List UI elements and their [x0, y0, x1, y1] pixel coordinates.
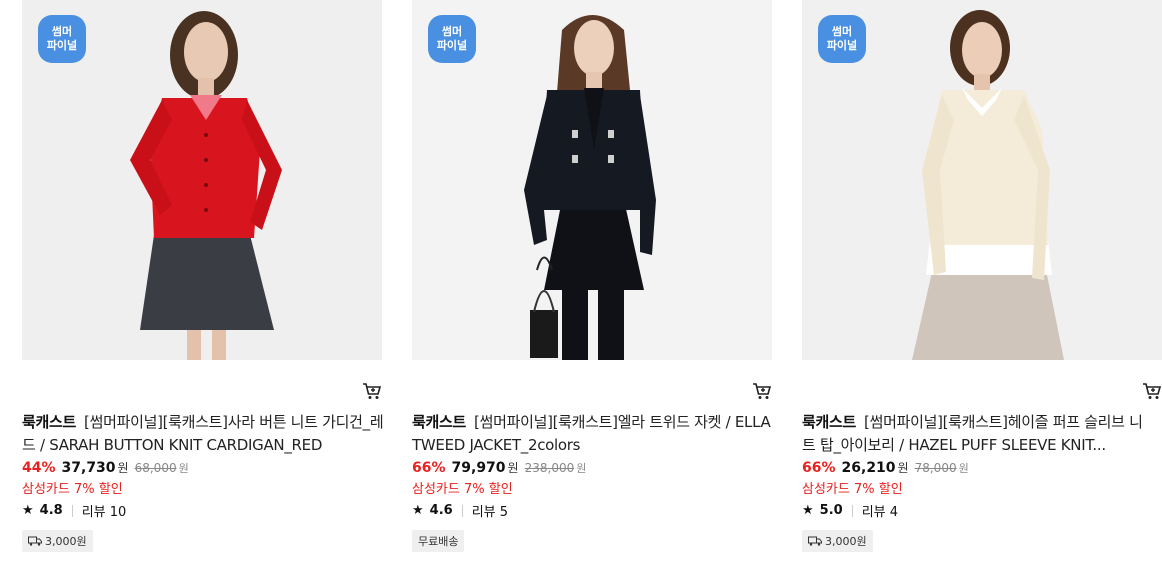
- card-promo: 삼성카드 7% 할인: [802, 482, 903, 497]
- truck-icon: [28, 536, 42, 546]
- product-title[interactable]: 룩캐스트 [썸머파이널][룩캐스트]헤이즐 퍼프 슬리브 니트 탑_아이보리 / …: [802, 411, 1154, 457]
- badge-line: 파이널: [436, 39, 468, 52]
- original-price: 78,000: [914, 461, 957, 475]
- card-promo: 삼성카드 7% 할인: [412, 482, 513, 497]
- original-price-unit: 원: [958, 462, 969, 475]
- free-shipping-label: 무료배송: [418, 535, 459, 548]
- sale-price: 37,730: [61, 460, 116, 476]
- cart-icon[interactable]: [362, 382, 382, 400]
- shipping-badge: 무료배송: [412, 530, 465, 552]
- card-promo: 삼성카드 7% 할인: [22, 482, 123, 497]
- divider: [461, 504, 463, 517]
- cart-icon[interactable]: [752, 382, 772, 400]
- shipping-badge: 3,000원: [22, 530, 93, 552]
- sale-price-unit: 원: [507, 461, 519, 475]
- summer-final-badge: 썸머 파이널: [38, 15, 86, 63]
- star-icon: ★: [22, 503, 34, 518]
- shipping-badge: 3,000원: [802, 530, 873, 552]
- original-price: 68,000: [134, 461, 177, 475]
- shipping-fee: 3,000원: [825, 535, 867, 548]
- product-image[interactable]: 썸머 파이널: [22, 0, 382, 360]
- sale-price: 79,970: [451, 460, 506, 476]
- badge-line: 썸머: [831, 25, 853, 38]
- rating-score: 4.8: [39, 503, 63, 518]
- brand-name[interactable]: 룩캐스트: [802, 413, 856, 431]
- discount-rate: 44%: [22, 460, 56, 476]
- divider: [851, 504, 853, 517]
- product-name[interactable]: [썸머파이널][룩캐스트]사라 버튼 니트 가디건_레드 / SARAH BUT…: [22, 413, 384, 454]
- badge-line: 파이널: [826, 39, 858, 52]
- summer-final-badge: 썸머 파이널: [428, 15, 476, 63]
- sale-price-unit: 원: [897, 461, 909, 475]
- price-row: 44% 37,730 원 68,000 원: [22, 459, 189, 476]
- review-count[interactable]: 리뷰 4: [862, 501, 898, 520]
- truck-icon: [808, 536, 822, 546]
- badge-line: 썸머: [51, 25, 73, 38]
- rating-row: ★ 4.6 리뷰 5: [412, 501, 508, 520]
- product-image[interactable]: 썸머 파이널: [802, 0, 1162, 360]
- sale-price-unit: 원: [117, 461, 129, 475]
- badge-line: 썸머: [441, 25, 463, 38]
- product-image[interactable]: 썸머 파이널: [412, 0, 772, 360]
- divider: [71, 504, 73, 517]
- summer-final-badge: 썸머 파이널: [818, 15, 866, 63]
- star-icon: ★: [412, 503, 424, 518]
- rating-row: ★ 5.0 리뷰 4: [802, 501, 898, 520]
- shipping-fee: 3,000원: [45, 535, 87, 548]
- rating-score: 5.0: [819, 503, 843, 518]
- brand-name[interactable]: 룩캐스트: [412, 413, 466, 431]
- badge-line: 파이널: [46, 39, 78, 52]
- price-row: 66% 26,210 원 78,000 원: [802, 459, 969, 476]
- review-count[interactable]: 리뷰 5: [472, 501, 508, 520]
- product-title[interactable]: 룩캐스트 [썸머파이널][룩캐스트]엘라 트위드 자켓 / ELLA TWEED …: [412, 411, 777, 457]
- price-row: 66% 79,970 원 238,000 원: [412, 459, 586, 476]
- sale-price: 26,210: [841, 460, 896, 476]
- rating-score: 4.6: [429, 503, 453, 518]
- star-icon: ★: [802, 503, 814, 518]
- brand-name[interactable]: 룩캐스트: [22, 413, 76, 431]
- rating-row: ★ 4.8 리뷰 10: [22, 501, 126, 520]
- review-count[interactable]: 리뷰 10: [82, 501, 127, 520]
- original-price: 238,000: [524, 461, 575, 475]
- cart-icon[interactable]: [1142, 382, 1162, 400]
- discount-rate: 66%: [412, 460, 446, 476]
- discount-rate: 66%: [802, 460, 836, 476]
- original-price-unit: 원: [576, 462, 587, 475]
- product-title[interactable]: 룩캐스트 [썸머파이널][룩캐스트]사라 버튼 니트 가디건_레드 / SARAH…: [22, 411, 387, 457]
- original-price-unit: 원: [178, 462, 189, 475]
